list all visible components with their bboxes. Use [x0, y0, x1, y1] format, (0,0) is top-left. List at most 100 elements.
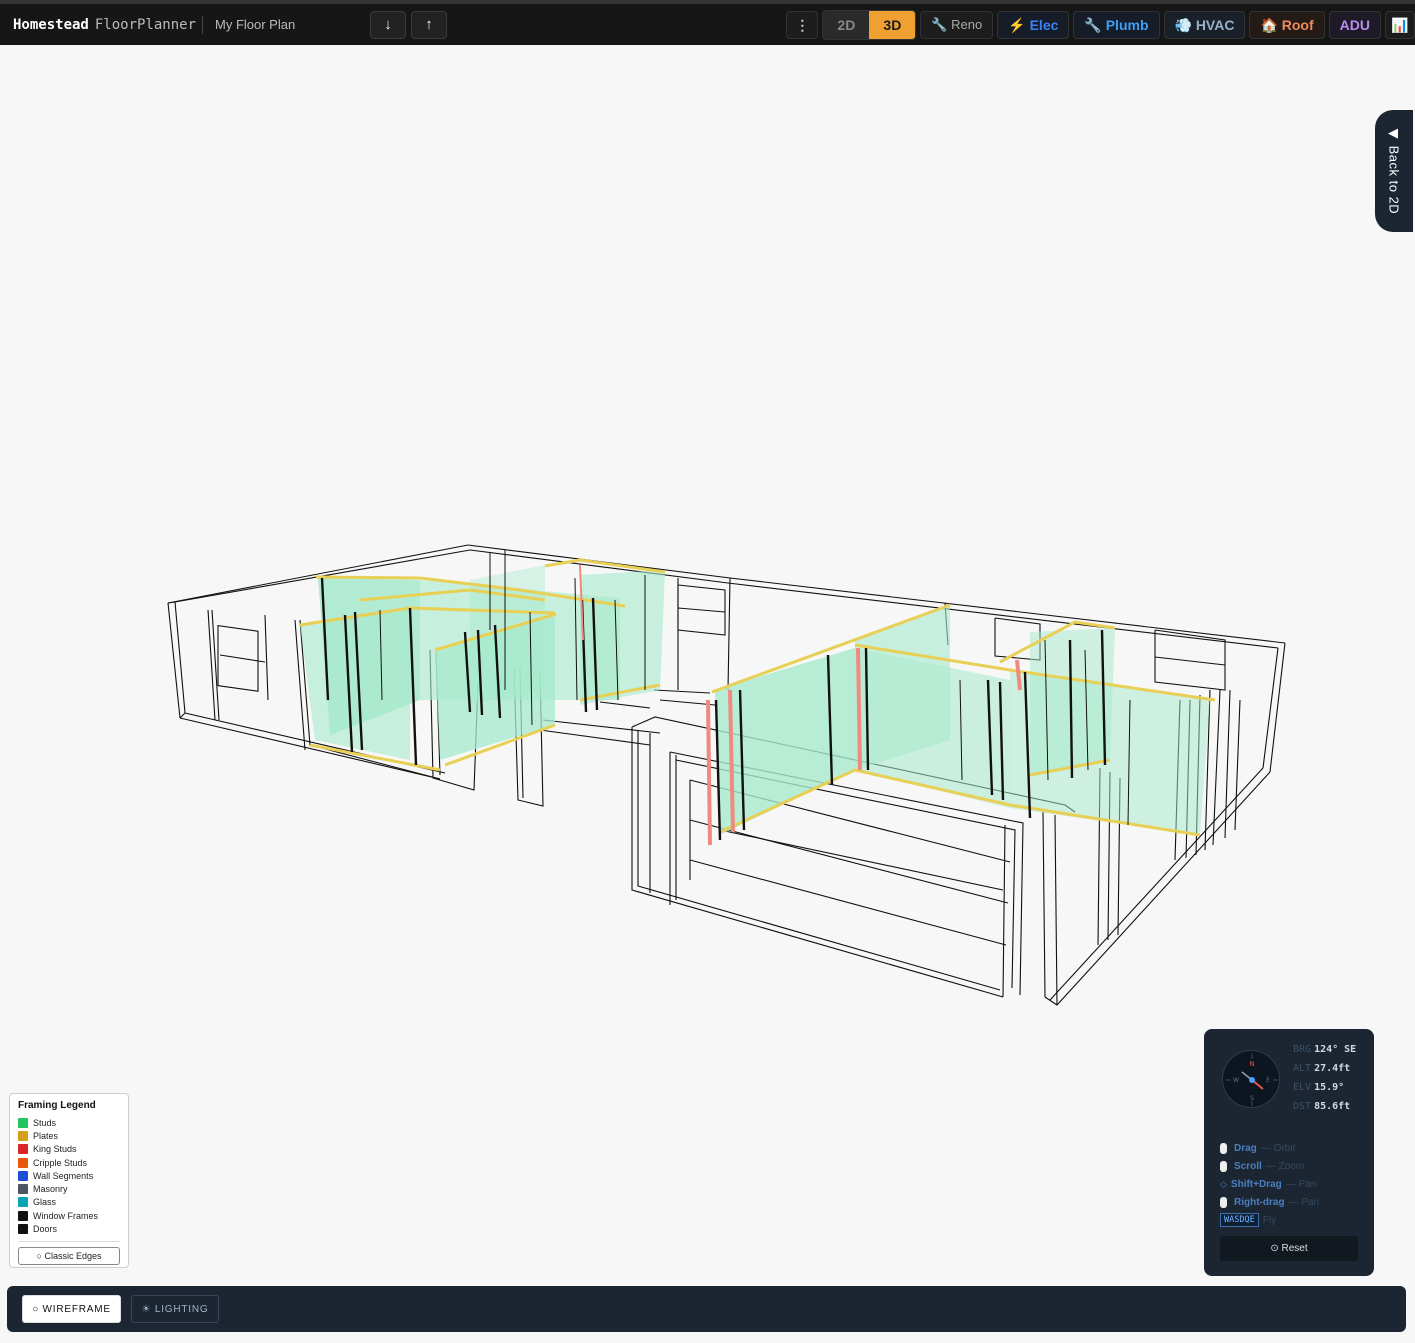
legend-item: Cripple Studs: [18, 1156, 120, 1169]
framing-left: [299, 550, 666, 772]
view-2d-button[interactable]: 2D: [823, 11, 870, 39]
view-3d-button[interactable]: 3D: [869, 11, 916, 39]
divider: [202, 15, 204, 34]
back-to-2d-button[interactable]: ◀ Back to 2D: [1375, 110, 1413, 232]
legend-item: Glass: [18, 1196, 120, 1209]
legend-swatch: [18, 1224, 28, 1235]
compass-s: S: [1250, 1095, 1254, 1102]
bearing-readout: BRG 124° SE: [1293, 1044, 1356, 1063]
legend-item: Masonry: [18, 1182, 120, 1195]
plan-name[interactable]: My Floor Plan: [215, 17, 350, 32]
altitude-readout: ALT 27.4ft: [1293, 1063, 1356, 1082]
classic-edges-button[interactable]: ○ Classic Edges: [18, 1246, 120, 1265]
distance-readout: DST 85.6ft: [1293, 1101, 1356, 1120]
legend-label: Doors: [33, 1224, 58, 1235]
compass-w: W: [1233, 1077, 1239, 1084]
legend-label: Window Frames: [33, 1210, 99, 1221]
legend-item: Studs: [18, 1116, 120, 1129]
fly-keys: WASDQE: [1220, 1213, 1259, 1227]
hint-desc: — Pan: [1288, 1196, 1320, 1208]
legend-label: King Studs: [33, 1144, 77, 1155]
legend-label: Glass: [33, 1197, 57, 1208]
stats-button[interactable]: 📊: [1385, 11, 1415, 39]
3d-viewport[interactable]: ◀ Back to 2D: [0, 45, 1415, 1285]
bar-chart-icon: 📊: [1391, 16, 1409, 33]
wireframe-model: [167, 544, 1286, 1006]
hvac-button[interactable]: 💨 HVAC: [1163, 11, 1246, 39]
app-brand: Homestead FloorPlanner: [13, 17, 196, 33]
hint-row: WASDQE Fly: [1220, 1211, 1319, 1229]
arrow-down-icon: ↓: [384, 16, 392, 33]
camera-readouts: BRG 124° SE ALT 27.4ft ELV 15.9° DST 85.6ft: [1293, 1044, 1356, 1120]
legend-swatch: [18, 1144, 28, 1155]
compass-icon: N S E W: [1226, 1054, 1278, 1106]
mouse-icon: [1220, 1142, 1227, 1154]
brg-value: 124° SE: [1314, 1044, 1357, 1055]
legend-swatch: [18, 1130, 28, 1141]
elv-label: ELV: [1293, 1082, 1312, 1093]
legend-title: Framing Legend: [18, 1100, 96, 1111]
legend-item: Plates: [18, 1129, 120, 1142]
more-menu-button[interactable]: ⋮: [786, 11, 819, 39]
wireframe-button[interactable]: ○ WIREFRAME: [22, 1295, 121, 1323]
arrow-up-icon: ↑: [425, 16, 433, 33]
dst-label: DST: [1293, 1101, 1312, 1112]
hint-key: Right-drag: [1234, 1196, 1285, 1208]
alt-value: 27.4ft: [1314, 1063, 1351, 1074]
move-up-button[interactable]: ↑: [411, 10, 448, 39]
elv-value: 15.9°: [1314, 1082, 1345, 1093]
diamond-icon: ◇: [1220, 1178, 1227, 1189]
legend-swatch: [18, 1157, 28, 1168]
lighting-button[interactable]: ☀ LIGHTING: [131, 1295, 219, 1323]
legend-label: Studs: [33, 1117, 57, 1128]
hint-key: Shift+Drag: [1230, 1178, 1282, 1190]
view-toggle: 2D 3D: [822, 10, 917, 40]
legend-swatch: [18, 1170, 28, 1181]
classic-edges-wrap: ○ Classic Edges: [18, 1240, 120, 1265]
alt-label: ALT: [1293, 1063, 1312, 1074]
roof-button[interactable]: 🏠 Roof: [1249, 11, 1325, 39]
compass[interactable]: N S E W: [1222, 1050, 1280, 1108]
mode-tools: ⋮ 2D 3D 🔧 Reno ⚡ Elec 🔧 Plumb 💨 HVAC 🏠 R…: [782, 10, 1415, 40]
hint-desc: — Orbit: [1260, 1142, 1296, 1154]
elevation-readout: ELV 15.9°: [1293, 1082, 1356, 1101]
elec-button[interactable]: ⚡ Elec: [997, 11, 1070, 39]
legend-item: Window Frames: [18, 1209, 120, 1222]
hint-desc: — Pan: [1285, 1178, 1317, 1190]
legend-swatch: [18, 1184, 28, 1195]
reset-camera-button[interactable]: ⊙ Reset: [1220, 1236, 1358, 1261]
reno-button[interactable]: 🔧 Reno: [920, 11, 994, 39]
top-toolbar: Homestead FloorPlanner My Floor Plan ↓ ↑ …: [0, 0, 1415, 45]
hint-row: Scroll — Zoom: [1220, 1157, 1319, 1175]
legend-item: Doors: [18, 1222, 120, 1235]
legend-item: King Studs: [18, 1143, 120, 1156]
hint-desc: — Zoom: [1265, 1160, 1305, 1172]
hint-row: ◇ Shift+Drag — Pan: [1220, 1175, 1319, 1193]
legend-swatch: [18, 1197, 28, 1208]
hint-row: Right-drag — Pan: [1220, 1193, 1319, 1211]
hint-key: Scroll: [1234, 1160, 1262, 1172]
dst-value: 85.6ft: [1314, 1101, 1351, 1112]
compass-e: E: [1266, 1077, 1270, 1084]
mouse-icon: [1220, 1160, 1227, 1172]
plumb-button[interactable]: 🔧 Plumb: [1073, 11, 1160, 39]
adu-button[interactable]: ADU: [1328, 11, 1381, 39]
mouse-icon: [1220, 1196, 1227, 1208]
compass-n: N: [1249, 1060, 1254, 1068]
move-down-button[interactable]: ↓: [370, 10, 407, 39]
brg-label: BRG: [1293, 1044, 1312, 1055]
bottom-bar: ○ WIREFRAME ☀ LIGHTING: [7, 1286, 1406, 1332]
control-hints: Drag — Orbit Scroll — Zoom ◇ Shift+Drag — Pa…: [1220, 1139, 1319, 1229]
legend-label: Masonry: [33, 1184, 68, 1195]
legend-swatch: [18, 1210, 28, 1221]
brand-name: Homestead: [13, 16, 89, 33]
legend-item: Wall Segments: [18, 1169, 120, 1182]
hint-row: Drag — Orbit: [1220, 1139, 1319, 1157]
brand-sub: FloorPlanner: [94, 16, 197, 33]
back-to-2d-label: ◀ Back to 2D: [1386, 126, 1402, 215]
navigation-panel: N S E W BRG 124° SE ALT 27.4ft ELV 15.9° DS…: [1204, 1029, 1374, 1276]
hint-key: Drag: [1234, 1142, 1257, 1154]
framing-right: [706, 603, 1216, 846]
fly-desc: Fly: [1262, 1214, 1277, 1226]
legend-label: Cripple Studs: [33, 1157, 88, 1168]
